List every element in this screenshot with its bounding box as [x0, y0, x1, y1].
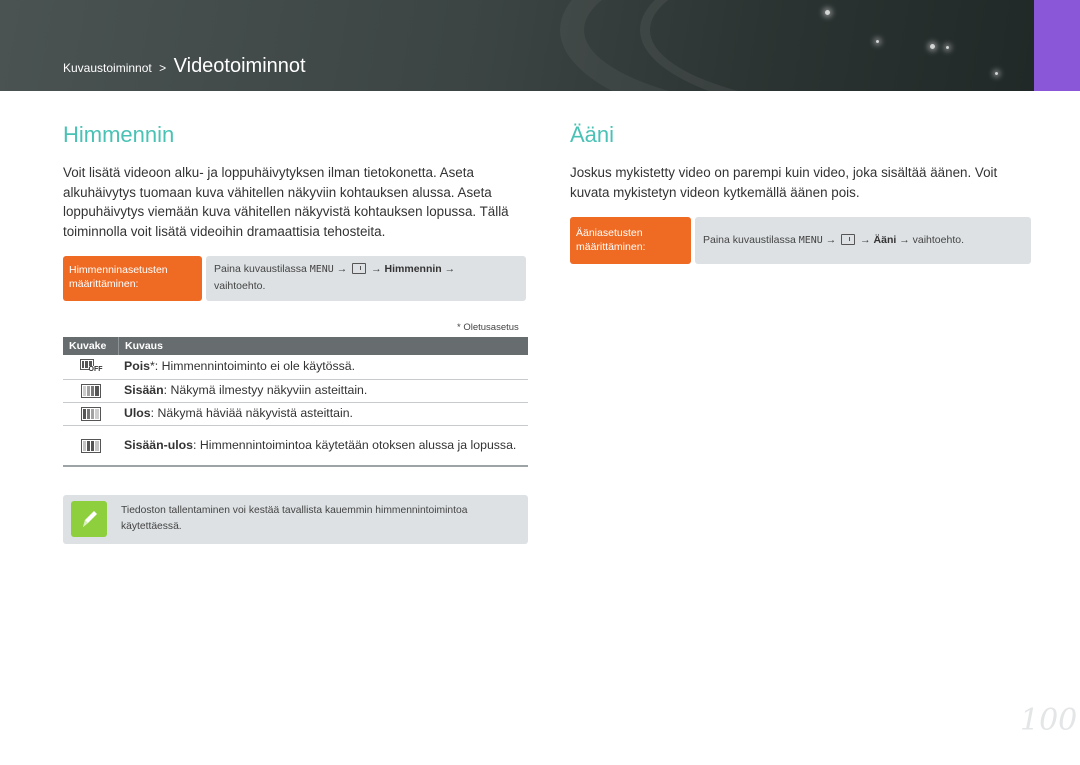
- sound-settings-description: Paina kuvaustilassa MENU → → Ääni → vaih…: [695, 217, 1031, 264]
- table-row: Sisään: Näkymä ilmestyy näkyviin asteitt…: [63, 380, 528, 403]
- header-banner: Kuvaustoiminnot > Videotoiminnot: [0, 0, 1080, 91]
- sound-settings-label-line2: määrittäminen:: [576, 241, 646, 253]
- row-term: Sisään: [124, 383, 164, 398]
- sound-settings-label: Ääniasetusten määrittäminen:: [570, 217, 691, 264]
- row-term: Pois: [124, 359, 150, 374]
- fade-off-icon: OFF: [79, 359, 103, 375]
- settings-instruction: Himmenninasetusten määrittäminen: Paina …: [63, 256, 526, 301]
- settings-option: Ääni: [873, 234, 897, 246]
- menu-key-icon: MENU: [309, 264, 334, 275]
- breadcrumb-parent[interactable]: Kuvaustoiminnot: [63, 61, 152, 75]
- video-camera-icon: [841, 234, 856, 245]
- section-title-aani: Ääni: [570, 122, 615, 147]
- sound-settings-instruction: Ääniasetusten määrittäminen: Paina kuvau…: [570, 217, 1031, 264]
- breadcrumb-current: Videotoiminnot: [173, 55, 306, 77]
- settings-desc-suffix: vaihtoehto.: [912, 234, 964, 246]
- note-text: Tiedoston tallentaminen voi kestää taval…: [121, 505, 468, 532]
- row-desc: : Himmennintoimintoa käytetään otoksen a…: [193, 437, 517, 452]
- table-row: Sisään-ulos: Himmennintoimintoa käytetää…: [63, 426, 528, 467]
- fade-off-icon-text: OFF: [88, 366, 103, 374]
- arrow: →: [899, 234, 910, 246]
- fade-out-icon: [80, 407, 101, 421]
- table-row: OFF Pois*: Himmennintoiminto ei ole käyt…: [63, 355, 528, 380]
- video-camera-icon: [352, 263, 367, 274]
- breadcrumb-separator: >: [159, 61, 167, 75]
- menu-key-icon: MENU: [798, 235, 823, 246]
- chapter-tab[interactable]: [1034, 0, 1080, 91]
- table-header-icon: Kuvake: [69, 340, 107, 352]
- sparkle-icon: [876, 40, 879, 43]
- note-box: Tiedoston tallentaminen voi kestää taval…: [63, 495, 528, 544]
- settings-description: Paina kuvaustilassa MENU → → Himmennin →…: [206, 256, 526, 301]
- banner-decoration: [640, 0, 1080, 91]
- sparkle-icon: [995, 72, 998, 75]
- settings-label: Himmenninasetusten määrittäminen:: [63, 256, 202, 301]
- arrow: →: [860, 234, 871, 246]
- arrow: →: [825, 234, 837, 246]
- arrow: →: [444, 263, 456, 275]
- icon-table: Kuvake Kuvaus OFF Pois*: Himmennintoimin…: [63, 337, 528, 467]
- row-desc: : Himmennintoiminto ei ole käytössä.: [154, 359, 356, 374]
- table-header-desc: Kuvaus: [118, 337, 163, 355]
- row-term: Ulos: [124, 406, 151, 421]
- intro-paragraph: Voit lisätä videoon alku- ja loppuhäivyt…: [63, 165, 509, 239]
- settings-desc-prefix: Paina kuvaustilassa: [703, 234, 796, 246]
- row-desc: : Näkymä ilmestyy näkyviin asteittain.: [163, 383, 368, 398]
- page-number: 100: [1020, 703, 1078, 738]
- row-term: Sisään-ulos: [124, 437, 194, 452]
- sparkle-icon: [946, 46, 949, 49]
- pen-note-icon: [71, 501, 107, 537]
- arrow: →: [336, 263, 348, 275]
- breadcrumb: Kuvaustoiminnot > Videotoiminnot: [63, 55, 306, 78]
- fade-in-icon: [80, 384, 101, 398]
- sparkle-icon: [930, 44, 935, 49]
- settings-desc-prefix: Paina kuvaustilassa: [214, 263, 307, 275]
- settings-label-line2: määrittäminen:: [69, 278, 139, 290]
- settings-option: Himmennin: [384, 263, 442, 275]
- fade-in-out-icon: [80, 438, 101, 453]
- row-desc: : Näkymä häviää näkyvistä asteittain.: [150, 406, 353, 421]
- sound-paragraph: Joskus mykistetty video on parempi kuin …: [570, 165, 998, 200]
- sound-settings-label-line1: Ääniasetusten: [576, 227, 643, 239]
- section-title-himmennin: Himmennin: [63, 122, 175, 147]
- default-footnote: * Oletusasetus: [457, 322, 519, 333]
- settings-label-line1: Himmenninasetusten: [69, 264, 168, 276]
- table-header: Kuvake Kuvaus: [63, 337, 528, 355]
- table-row: Ulos: Näkymä häviää näkyvistä asteittain…: [63, 403, 528, 426]
- settings-desc-suffix: vaihtoehto.: [214, 280, 266, 292]
- arrow: →: [371, 263, 382, 275]
- sparkle-icon: [825, 10, 830, 15]
